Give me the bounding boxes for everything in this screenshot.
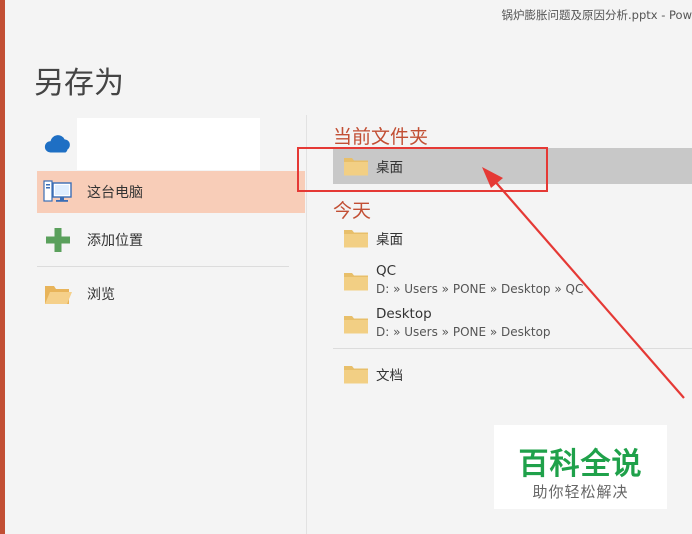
watermark-logo: 百科全说 助你轻松解决 [494, 425, 667, 509]
watermark-title: 百科全说 [518, 447, 643, 482]
watermark-subtitle: 助你轻松解决 [532, 483, 629, 501]
